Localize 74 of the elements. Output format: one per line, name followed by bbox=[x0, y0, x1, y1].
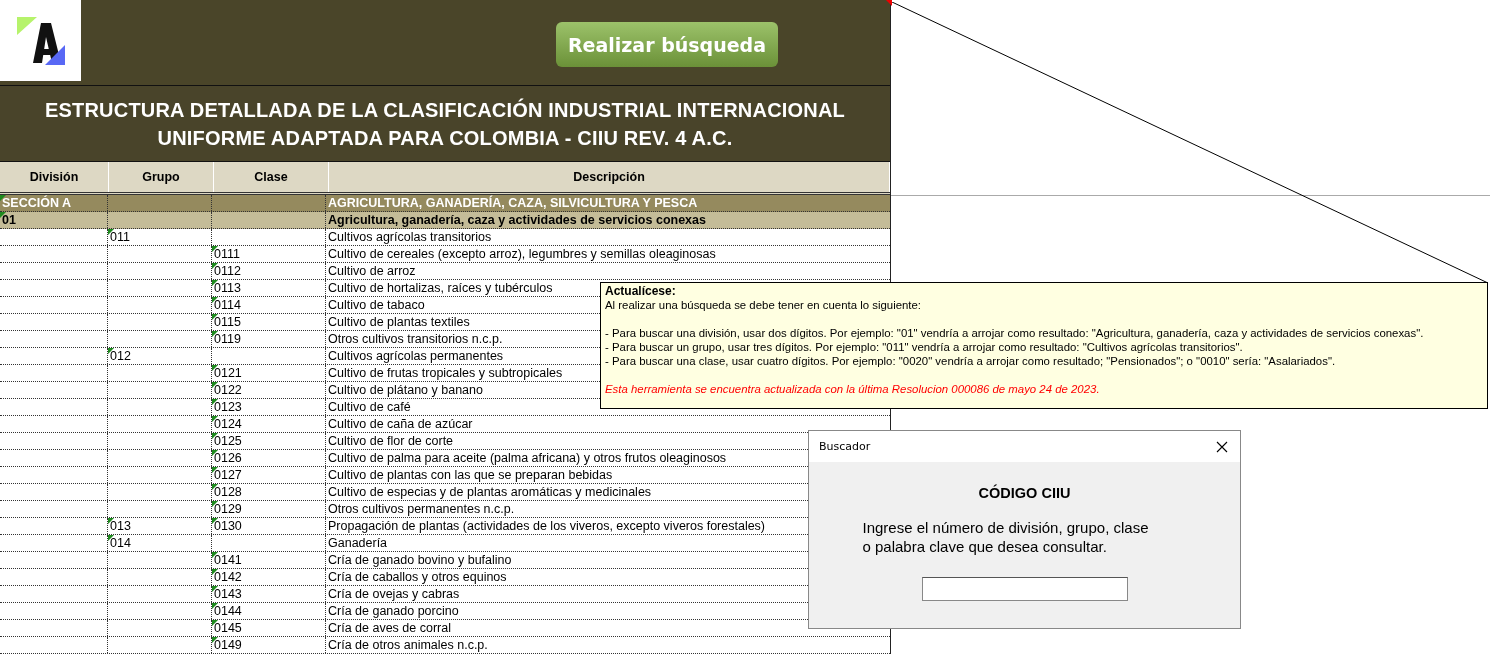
table-cell: Cultivo de palma para aceite (palma africana) y otros frutos oleaginosos bbox=[328, 451, 727, 465]
table-cell: 0112 bbox=[212, 263, 326, 279]
table-cell: 0145 bbox=[212, 620, 326, 636]
sheet-title: ESTRUCTURA DETALLADA DE LA CLASIFICACIÓN INDUSTRIAL INTERNACIONAL UNIFORME ADAPTADA PARA COLOMBIA - CIIU REV. 4 A.C. bbox=[45, 97, 845, 151]
table-cell: 0115 bbox=[212, 314, 326, 330]
table-cell: Cultivo de frutas tropicales y subtropicales bbox=[328, 366, 563, 380]
table-cell: 0141 bbox=[212, 552, 326, 568]
table-cell: 013 bbox=[108, 518, 212, 534]
dialog-title: Buscador bbox=[819, 440, 871, 453]
table-cell: Cultivo de flor de corte bbox=[328, 434, 454, 448]
table-cell: 0143 bbox=[212, 586, 326, 602]
dialog-heading: CÓDIGO CIIU bbox=[978, 485, 1071, 501]
table-cell: 0122 bbox=[212, 382, 326, 398]
table-cell: Otros cultivos permanentes n.c.p. bbox=[328, 502, 515, 516]
dialog-prompt: Ingrese el número de división, grupo, clase o palabra clave que desea consultar. bbox=[862, 518, 1149, 556]
table-cell: 0111 bbox=[212, 246, 326, 262]
table-cell: 0130 bbox=[212, 518, 326, 534]
table-cell: SECCIÓN A bbox=[0, 195, 108, 211]
table-cell: Cultivo de café bbox=[328, 400, 411, 414]
table-cell: 01 bbox=[0, 212, 108, 228]
table-cell: 014 bbox=[108, 535, 212, 551]
table-cell: Agricultura, ganadería, caza y actividades de servicios conexas bbox=[328, 213, 706, 227]
table-cell: 0127 bbox=[212, 467, 326, 483]
table-cell: Cultivo de plantas textiles bbox=[328, 315, 470, 329]
table-cell: Cría de ovejas y cabras bbox=[328, 587, 460, 601]
table-cell: 0119 bbox=[212, 331, 326, 347]
table-cell: 0129 bbox=[212, 501, 326, 517]
comment-indicator-icon bbox=[886, 0, 892, 6]
comment-text: - Para buscar una clase, usar cuatro dígitos. Por ejemplo: "0020" vendría a arrojar como resultado; "Pensionados"; o "0010" sería: "Asalariados". bbox=[605, 354, 1337, 368]
table-cell: Cultivo de plantas con las que se preparan bebidas bbox=[328, 468, 613, 482]
comment-text: - Para buscar una división, usar dos dígitos. Por ejemplo: "01" vendría a arrojar como resultado: "Agricultura, ganadería, caza y actividades de servicios conexas". bbox=[605, 326, 1425, 340]
comment-text: Al realizar una búsqueda se debe tener en cuenta lo siguiente: bbox=[605, 298, 922, 312]
table-cell: Ganadería bbox=[328, 536, 388, 550]
table-cell: 0121 bbox=[212, 365, 326, 381]
table-cell: Cultivo de especias y de plantas aromáticas y medicinales bbox=[328, 485, 652, 499]
table-cell: AGRICULTURA, GANADERÍA, CAZA, SILVICULTURA Y PESCA bbox=[328, 196, 698, 210]
table-cell: Cría de otros animales n.c.p. bbox=[328, 638, 488, 652]
table-cell: Cultivo de hortalizas, raíces y tubérculos bbox=[328, 281, 553, 295]
table-cell: Cultivos agrícolas transitorios bbox=[328, 230, 492, 244]
table-cell: 0144 bbox=[212, 603, 326, 619]
table-cell: 0126 bbox=[212, 450, 326, 466]
search-button[interactable]: Realizar búsqueda bbox=[556, 22, 778, 67]
table-cell: Cría de ganado porcino bbox=[328, 604, 459, 618]
table-cell: 0123 bbox=[212, 399, 326, 415]
table-cell: Cultivo de tabaco bbox=[328, 298, 425, 312]
table-cell: Cultivo de plátano y banano bbox=[328, 383, 483, 397]
table-cell: Cría de ganado bovino y bufalino bbox=[328, 553, 512, 567]
table-cell: Propagación de plantas (actividades de los viveros, excepto viveros forestales) bbox=[328, 519, 766, 533]
table-cell: 0114 bbox=[212, 297, 326, 313]
input-field[interactable] bbox=[921, 577, 1128, 601]
table-cell: 0149 bbox=[212, 637, 326, 653]
table-cell: 012 bbox=[108, 348, 212, 364]
table-cell: Cría de caballos y otros equinos bbox=[328, 570, 507, 584]
table-cell: 0142 bbox=[212, 569, 326, 585]
column-header: Grupo bbox=[109, 162, 214, 192]
table-cell: Cultivos agrícolas permanentes bbox=[328, 349, 504, 363]
table-cell: 0128 bbox=[212, 484, 326, 500]
error-indicator-icon bbox=[0, 195, 6, 201]
table-cell: 011 bbox=[108, 229, 212, 245]
column-header: Descripción bbox=[329, 162, 890, 192]
table-cell: Cría de aves de corral bbox=[328, 621, 451, 635]
table-cell: Otros cultivos transitorios n.c.p. bbox=[328, 332, 503, 346]
table-cell: Cultivo de caña de azúcar bbox=[328, 417, 473, 431]
table-cell: 0125 bbox=[212, 433, 326, 449]
close-icon[interactable] bbox=[1216, 440, 1228, 453]
table-cell: Cultivo de arroz bbox=[328, 264, 416, 278]
table-cell: Cultivo de cereales (excepto arroz), legumbres y semillas oleaginosas bbox=[328, 247, 716, 261]
comment-note-text: Esta herramienta se encuentra actualizada con la última Resolucion 000086 de mayo 24 de 2023. bbox=[605, 382, 1101, 396]
column-header: Clase bbox=[214, 162, 329, 192]
comment-author: Actualícese: bbox=[605, 284, 677, 298]
table-cell: 0113 bbox=[212, 280, 326, 296]
comment-text: - Para buscar un grupo, usar tres dígitos. Por ejemplo: "011" vendría a arrojar como resultado: "Cultivos agrícolas transitorios". bbox=[605, 340, 1244, 354]
column-header: División bbox=[0, 162, 109, 192]
table-cell: 0124 bbox=[212, 416, 326, 432]
